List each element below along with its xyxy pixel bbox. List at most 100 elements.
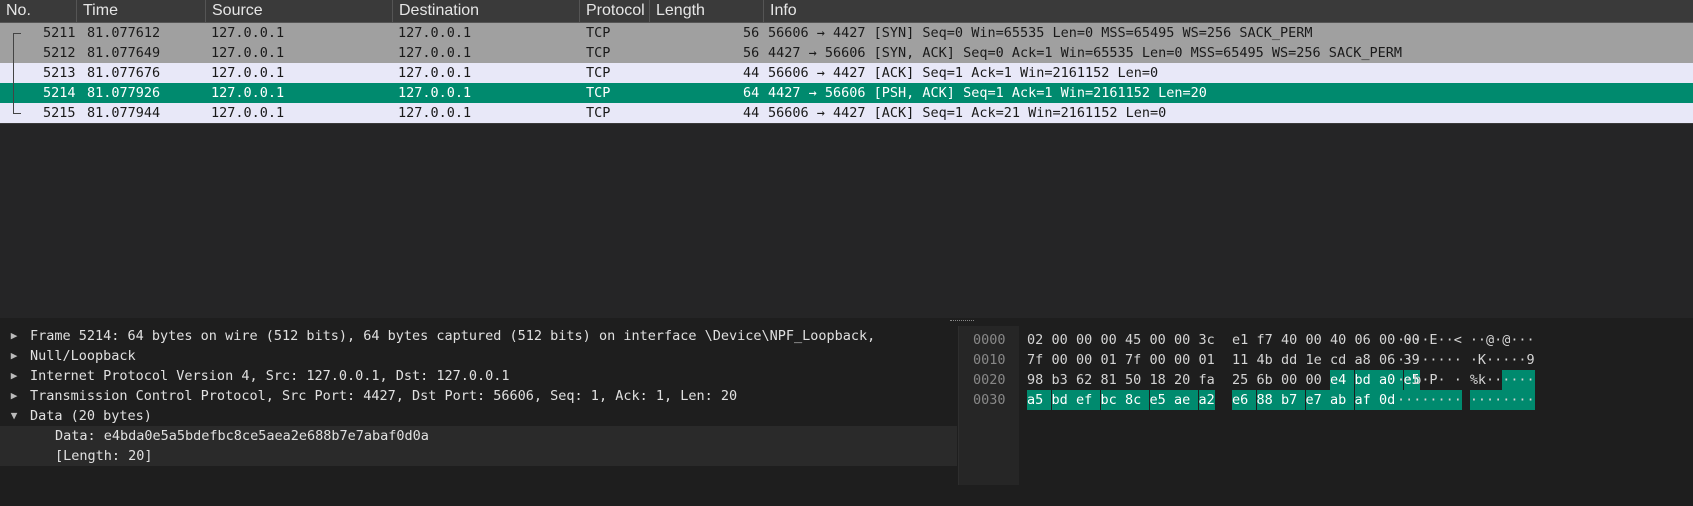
ascii-char[interactable]: · — [1526, 390, 1535, 410]
hex-byte[interactable]: 1e — [1306, 350, 1330, 370]
ascii-char[interactable]: · — [1405, 390, 1414, 410]
hex-byte[interactable]: 00 — [1306, 370, 1330, 390]
hex-byte[interactable]: f7 — [1257, 330, 1281, 350]
hex-byte[interactable]: 8c — [1125, 390, 1150, 410]
hex-byte[interactable]: e4 — [1330, 370, 1355, 390]
ascii-char[interactable]: · — [1494, 350, 1502, 370]
hex-byte[interactable]: 81 — [1101, 370, 1125, 390]
ascii-char[interactable]: · — [1494, 330, 1502, 350]
hex-byte[interactable]: 40 — [1281, 330, 1305, 350]
hex-byte[interactable]: 00 — [1150, 350, 1174, 370]
hex-byte[interactable]: 01 — [1101, 350, 1125, 370]
ascii-char[interactable]: · — [1437, 390, 1446, 410]
hex-byte[interactable]: e7 — [1305, 390, 1330, 410]
expand-right-icon[interactable]: ▶ — [8, 386, 20, 406]
hex-byte[interactable]: 11 — [1232, 350, 1256, 370]
hex-byte[interactable]: 7f — [1027, 350, 1051, 370]
hex-byte[interactable]: 62 — [1076, 370, 1100, 390]
ascii-char[interactable]: E — [1429, 330, 1437, 350]
ascii-char[interactable]: 9 — [1527, 350, 1535, 370]
detail-row-tcp[interactable]: ▶ Transmission Control Protocol, Src Por… — [0, 386, 957, 406]
hex-byte[interactable]: 40 — [1330, 330, 1354, 350]
ascii-char[interactable]: · — [1477, 390, 1487, 410]
ascii-char[interactable]: · — [1429, 350, 1437, 370]
hex-byte[interactable]: b7 — [1281, 390, 1306, 410]
ascii-char[interactable]: · — [1527, 330, 1535, 350]
packet-row[interactable]: 5213 81.077676 127.0.0.1 127.0.0.1 TCP 4… — [0, 63, 1693, 83]
ascii-char[interactable]: · — [1413, 390, 1422, 410]
hex-byte[interactable]: bd — [1354, 370, 1379, 390]
hex-byte[interactable]: 00 — [1174, 330, 1198, 350]
ascii-char[interactable]: @ — [1486, 330, 1494, 350]
ascii-char[interactable] — [1446, 370, 1454, 390]
ascii-char[interactable]: · — [1445, 390, 1454, 410]
hex-byte[interactable]: ab — [1330, 390, 1355, 410]
ascii-char[interactable]: · — [1510, 350, 1518, 370]
hex-byte[interactable]: 18 — [1150, 370, 1174, 390]
hex-byte[interactable]: 02 — [1027, 330, 1051, 350]
hex-byte[interactable]: 3c — [1199, 330, 1215, 350]
expand-right-icon[interactable]: ▶ — [8, 326, 20, 346]
ascii-char[interactable]: · — [1397, 330, 1405, 350]
detail-row-null-loopback[interactable]: ▶ Null/Loopback — [0, 346, 957, 366]
hex-byte[interactable]: 88 — [1256, 390, 1281, 410]
hex-byte[interactable]: 00 — [1281, 370, 1305, 390]
hex-byte[interactable]: fa — [1199, 370, 1215, 390]
packet-row-selected[interactable]: 5214 81.077926 127.0.0.1 127.0.0.1 TCP 6… — [0, 83, 1693, 103]
hex-byte[interactable]: bc — [1100, 390, 1125, 410]
column-header-destination[interactable]: Destination — [393, 0, 580, 22]
ascii-char[interactable]: · — [1486, 350, 1494, 370]
hex-byte[interactable]: e1 — [1232, 330, 1256, 350]
detail-row-length[interactable]: [Length: 20] — [0, 446, 957, 466]
ascii-char[interactable]: · — [1518, 350, 1526, 370]
ascii-char[interactable]: · — [1438, 350, 1446, 370]
ascii-char[interactable]: · — [1470, 330, 1478, 350]
expand-right-icon[interactable]: ▶ — [8, 346, 20, 366]
ascii-char[interactable]: K — [1478, 350, 1486, 370]
hex-byte[interactable]: a2 — [1198, 390, 1215, 410]
hex-byte[interactable]: 00 — [1150, 330, 1174, 350]
ascii-char[interactable]: < — [1454, 330, 1462, 350]
ascii-char[interactable]: · — [1454, 370, 1462, 390]
hex-byte[interactable]: cd — [1330, 350, 1354, 370]
column-header-protocol[interactable]: Protocol — [580, 0, 650, 22]
ascii-char[interactable]: · — [1518, 330, 1526, 350]
ascii-char[interactable]: · — [1454, 350, 1462, 370]
ascii-char[interactable]: · — [1421, 350, 1429, 370]
ascii-char[interactable]: · — [1405, 330, 1413, 350]
ascii-char[interactable]: P — [1429, 370, 1437, 390]
column-header-time[interactable]: Time — [77, 0, 206, 22]
ascii-char[interactable]: · — [1486, 390, 1495, 410]
packet-row[interactable]: 5215 81.077944 127.0.0.1 127.0.0.1 TCP 4… — [0, 103, 1693, 123]
ascii-char[interactable]: · — [1421, 370, 1429, 390]
hex-byte[interactable]: bd — [1051, 390, 1076, 410]
splitter-grip-icon[interactable] — [950, 320, 974, 324]
hex-byte[interactable]: 6b — [1257, 370, 1281, 390]
ascii-char[interactable]: · — [1502, 350, 1510, 370]
ascii-char[interactable]: · — [1510, 330, 1518, 350]
ascii-char[interactable]: · — [1405, 350, 1413, 370]
ascii-char[interactable]: · — [1397, 350, 1405, 370]
hex-byte[interactable]: 00 — [1306, 330, 1330, 350]
ascii-char[interactable]: · — [1397, 370, 1405, 390]
hex-byte[interactable]: a5 — [1027, 390, 1052, 410]
hex-byte[interactable]: 00 — [1101, 330, 1125, 350]
ascii-char[interactable]: @ — [1502, 330, 1510, 350]
hex-byte[interactable]: 20 — [1174, 370, 1198, 390]
detail-row-ipv4[interactable]: ▶ Internet Protocol Version 4, Src: 127.… — [0, 366, 957, 386]
hex-byte[interactable]: b3 — [1052, 370, 1076, 390]
hex-byte[interactable]: e5 — [1149, 390, 1174, 410]
ascii-char[interactable]: · — [1486, 370, 1494, 390]
ascii-char[interactable]: · — [1502, 370, 1511, 390]
ascii-char[interactable]: · — [1429, 390, 1438, 410]
detail-row-data[interactable]: ▼ Data (20 bytes) — [0, 406, 957, 426]
ascii-char[interactable]: · — [1510, 370, 1519, 390]
ascii-char[interactable]: · — [1469, 390, 1478, 410]
ascii-char[interactable]: · — [1438, 370, 1446, 390]
ascii-char[interactable]: · — [1453, 390, 1462, 410]
ascii-char[interactable]: · — [1518, 370, 1527, 390]
column-header-info[interactable]: Info — [764, 0, 1693, 22]
hex-byte[interactable]: a8 — [1355, 350, 1379, 370]
collapse-down-icon[interactable]: ▼ — [8, 406, 20, 426]
ascii-char[interactable]: · — [1446, 330, 1454, 350]
